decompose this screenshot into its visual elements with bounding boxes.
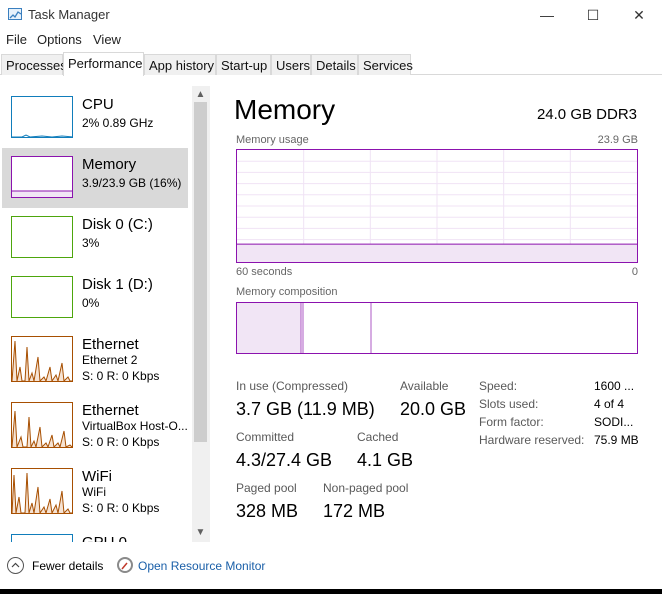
sidebar-item-label: CPU <box>82 96 114 113</box>
tab-strip: Processes Performance App history Start-… <box>0 52 662 76</box>
sidebar-item-label: Ethernet <box>82 336 139 353</box>
scroll-down-arrow[interactable]: ▼ <box>192 526 209 540</box>
disk-thumbnail-graph <box>11 216 73 258</box>
tab-processes[interactable]: Processes <box>1 54 67 75</box>
scroll-up-arrow[interactable]: ▲ <box>192 88 209 102</box>
tab-startup[interactable]: Start-up <box>216 54 271 75</box>
usage-graph-max: 23.9 GB <box>597 134 638 146</box>
sidebar-item-detail: 3% <box>82 236 100 250</box>
sidebar-item-ethernet[interactable]: Ethernet Ethernet 2 S: 0 R: 0 Kbps <box>2 328 188 388</box>
sidebar-item-throughput: S: 0 R: 0 Kbps <box>82 501 160 515</box>
time-axis-end: 0 <box>631 266 638 278</box>
non-paged-pool-value: 172 MB <box>323 501 386 521</box>
sidebar-item-cpu[interactable]: CPU 2% 0.89 GHz <box>2 88 188 148</box>
non-paged-pool-label: Non-paged pool <box>323 481 409 495</box>
tab-services[interactable]: Services <box>358 54 413 75</box>
resource-monitor-icon[interactable] <box>117 557 133 573</box>
tab-users[interactable]: Users <box>271 54 311 75</box>
sidebar-item-detail: 2% 0.89 GHz <box>82 116 154 130</box>
sidebar-item-label: Disk 0 (C:) <box>82 216 153 233</box>
usage-area <box>237 244 637 262</box>
menu-view[interactable]: View <box>93 32 121 47</box>
tab-performance[interactable]: Performance <box>63 52 144 76</box>
composition-canvas <box>237 303 372 353</box>
sidebar-item-ethernet-virtualbox[interactable]: Ethernet VirtualBox Host-O... S: 0 R: 0 … <box>2 394 188 454</box>
sidebar-item-label: Memory <box>82 156 137 173</box>
paged-pool-value: 328 MB <box>236 501 299 521</box>
composition-in-use <box>237 303 301 353</box>
window-bottom-edge <box>0 589 662 594</box>
slots-used-value: 4 of 4 <box>594 397 625 411</box>
sidebar-item-adapter: WiFi <box>82 485 106 499</box>
close-button[interactable]: ✕ <box>616 0 662 30</box>
network-thumbnail-graph <box>11 402 73 448</box>
minimize-button[interactable]: — <box>524 0 570 30</box>
open-resource-monitor-link[interactable]: Open Resource Monitor <box>138 559 265 573</box>
sidebar-item-label: WiFi <box>82 468 112 485</box>
sidebar-item-label: GPU 0 <box>82 534 127 542</box>
available-value: 20.0 GB <box>400 399 467 419</box>
memory-composition-bar <box>236 302 638 354</box>
chevron-up-icon[interactable] <box>7 557 24 574</box>
scrollbar-thumb[interactable] <box>194 102 207 442</box>
form-factor-value: SODI... <box>594 415 634 429</box>
sidebar-item-disk-0[interactable]: Disk 0 (C:) 3% <box>2 208 188 268</box>
sidebar-item-detail: 0% <box>82 296 100 310</box>
page-title: Memory <box>234 94 336 125</box>
sidebar-item-label: Ethernet <box>82 402 139 419</box>
sidebar-item-detail: 3.9/23.9 GB (16%) <box>82 176 182 190</box>
network-thumbnail-graph <box>11 468 73 514</box>
menu-options[interactable]: Options <box>37 32 82 47</box>
cached-label: Cached <box>357 430 399 444</box>
in-use-label: In use (Compressed) <box>236 379 349 393</box>
sidebar-item-memory[interactable]: Memory 3.9/23.9 GB (16%) <box>2 148 188 208</box>
tab-details[interactable]: Details <box>311 54 358 75</box>
speed-value: 1600 ... <box>594 379 635 393</box>
paged-pool-label: Paged pool <box>236 481 297 495</box>
resource-list: CPU 2% 0.89 GHz Memory 3.9/23.9 GB (16%)… <box>0 86 210 542</box>
cpu-thumbnail-graph <box>11 96 73 138</box>
maximize-button[interactable]: ☐ <box>570 0 616 30</box>
time-axis-start: 60 seconds <box>236 266 293 278</box>
task-manager-icon <box>8 8 22 20</box>
disk-thumbnail-graph <box>11 276 73 318</box>
speed-label: Speed: <box>479 379 518 393</box>
tab-app-history[interactable]: App history <box>144 54 216 75</box>
sidebar-item-label: Disk 1 (D:) <box>82 276 153 293</box>
in-use-value: 3.7 GB (11.9 MB) <box>236 399 375 419</box>
sidebar-scrollbar[interactable]: ▲ ▼ <box>192 86 209 542</box>
footer-bar: Fewer details Open Resource Monitor <box>0 552 662 582</box>
hardware-reserved-value: 75.9 MB <box>594 433 639 447</box>
memory-thumbnail-graph <box>11 156 73 198</box>
sidebar-item-adapter: VirtualBox Host-O... <box>82 419 188 433</box>
usage-graph-canvas <box>237 150 637 262</box>
gpu-thumbnail-graph <box>11 534 73 542</box>
slots-used-label: Slots used: <box>479 397 539 411</box>
sidebar-item-disk-1[interactable]: Disk 1 (D:) 0% <box>2 268 188 328</box>
committed-value: 4.3/27.4 GB <box>236 450 333 470</box>
sidebar-item-wifi[interactable]: WiFi WiFi S: 0 R: 0 Kbps <box>2 460 188 520</box>
memory-usage-graph <box>236 149 638 263</box>
memory-spec: 24.0 GB DDR3 <box>536 106 637 123</box>
menu-file[interactable]: File <box>6 32 27 47</box>
composition-label: Memory composition <box>236 286 338 298</box>
hardware-reserved-label: Hardware reserved: <box>479 433 585 447</box>
sidebar-item-gpu-0[interactable]: GPU 0 <box>2 526 188 542</box>
sidebar-item-throughput: S: 0 R: 0 Kbps <box>82 435 160 449</box>
menu-bar: File Options View <box>0 30 662 50</box>
cached-value: 4.1 GB <box>357 450 414 470</box>
usage-graph-label: Memory usage <box>236 134 309 146</box>
sidebar-item-adapter: Ethernet 2 <box>82 353 138 367</box>
fewer-details-link[interactable]: Fewer details <box>32 559 103 573</box>
committed-label: Committed <box>236 430 295 444</box>
title-bar: Task Manager — ☐ ✕ <box>0 0 662 30</box>
network-thumbnail-graph <box>11 336 73 382</box>
sidebar-item-throughput: S: 0 R: 0 Kbps <box>82 369 160 383</box>
available-label: Available <box>400 379 449 393</box>
window-title: Task Manager <box>28 7 110 22</box>
form-factor-label: Form factor: <box>479 415 544 429</box>
